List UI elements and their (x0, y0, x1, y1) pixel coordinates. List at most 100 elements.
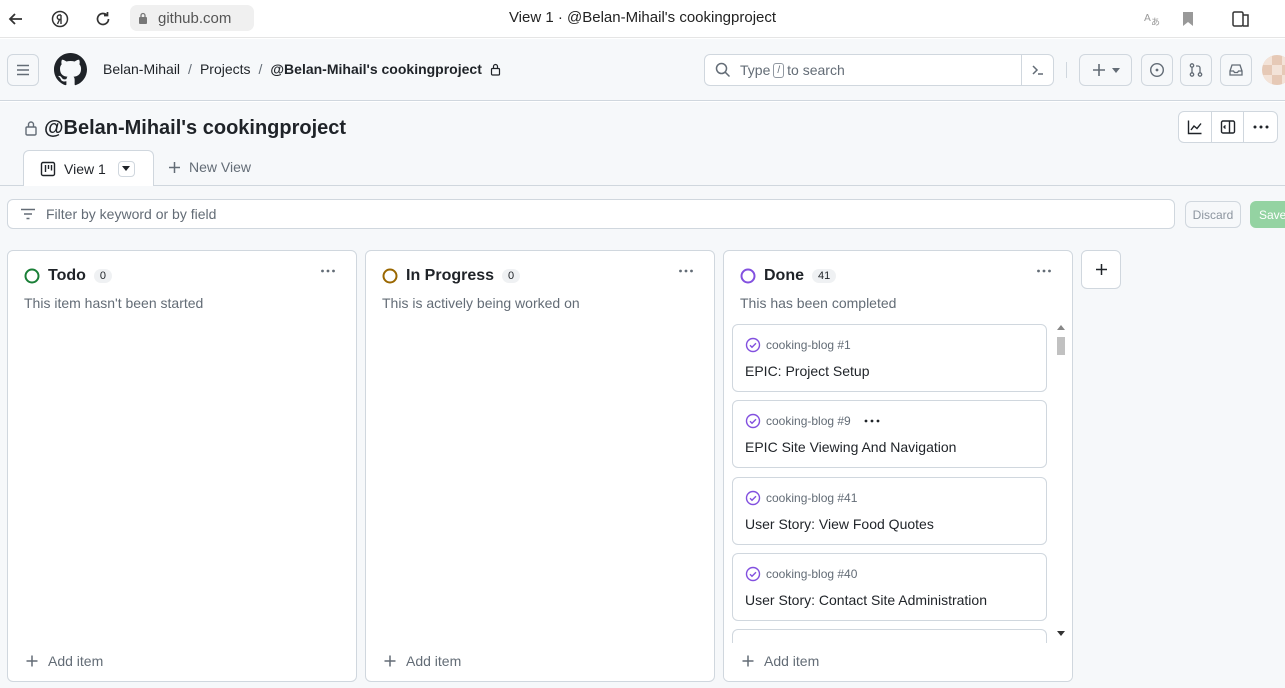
issue-card-partial[interactable] (732, 629, 1047, 643)
column-description: This has been completed (740, 295, 897, 311)
save-button[interactable]: Save (1250, 201, 1285, 228)
view-options-button[interactable] (117, 160, 135, 177)
issue-card[interactable]: cooking-blog #1 EPIC: Project Setup (732, 324, 1047, 392)
card-menu-icon[interactable] (864, 419, 880, 423)
chevron-down-icon (122, 166, 131, 171)
card-title[interactable]: EPIC Site Viewing And Navigation (745, 439, 956, 455)
card-title[interactable]: User Story: View Food Quotes (745, 516, 934, 532)
column-header: In Progress 0 (382, 267, 521, 285)
avatar[interactable] (1262, 55, 1285, 85)
scrollbar[interactable] (1054, 323, 1068, 643)
column-menu-icon[interactable] (320, 263, 336, 279)
search-input[interactable]: Type / to search (704, 54, 1054, 86)
new-view-button[interactable]: New View (168, 159, 251, 175)
search-suffix: to search (787, 62, 845, 78)
status-circle-icon (740, 268, 756, 284)
filter-placeholder: Filter by keyword or by field (46, 206, 217, 222)
issue-card[interactable]: cooking-blog #41 User Story: View Food Q… (732, 477, 1047, 545)
column-count: 41 (812, 269, 837, 283)
breadcrumb-projects[interactable]: Projects (200, 61, 251, 77)
plus-icon (1092, 64, 1105, 76)
search-icon (715, 62, 731, 78)
board-column-todo: Todo 0 This item hasn't been started Add… (7, 250, 357, 682)
bookmark-icon[interactable] (1177, 8, 1199, 30)
board-column-done: Done 41 This has been completed cooking-… (723, 250, 1073, 682)
filter-input[interactable]: Filter by keyword or by field (7, 199, 1175, 229)
collections-icon[interactable] (1230, 8, 1252, 30)
issues-icon[interactable] (1141, 54, 1173, 86)
column-menu-icon[interactable] (678, 263, 694, 279)
terminal-icon[interactable] (1021, 55, 1053, 85)
card-meta: cooking-blog #41 (745, 490, 857, 506)
column-menu-icon[interactable] (1036, 263, 1052, 279)
board-icon (40, 161, 56, 176)
plus-icon (742, 655, 754, 667)
plus-icon (1095, 264, 1107, 275)
closed-issue-icon (745, 413, 761, 429)
plus-icon (169, 161, 180, 173)
plus-icon (26, 655, 38, 667)
panel-icon[interactable] (1212, 112, 1245, 142)
github-logo-icon[interactable] (54, 53, 87, 86)
card-repo[interactable]: cooking-blog #40 (766, 567, 857, 581)
inbox-icon[interactable] (1220, 54, 1252, 86)
new-view-label: New View (189, 159, 251, 175)
column-header: Todo 0 (24, 267, 113, 285)
column-title: Done (764, 267, 804, 284)
chevron-down-icon (1111, 67, 1120, 73)
column-description: This is actively being worked on (382, 295, 580, 311)
add-item-label: Add item (764, 653, 820, 669)
page-title: @Belan-Mihail's cookingproject (24, 117, 346, 140)
add-column-button[interactable] (1081, 250, 1121, 289)
column-count: 0 (93, 269, 113, 283)
tab-view-1[interactable]: View 1 (23, 150, 154, 186)
status-circle-icon (382, 268, 398, 284)
tab-title: View 1 · @Belan-Mihail's cookingproject (508, 9, 777, 26)
svg-text:A: A (1144, 13, 1151, 24)
status-circle-icon (24, 268, 40, 284)
card-meta: cooking-blog #9 (745, 413, 880, 429)
github-header: Belan-Mihail / Projects / @Belan-Mihail'… (0, 39, 1285, 101)
issue-card[interactable]: cooking-blog #40 User Story: Contact Sit… (732, 553, 1047, 621)
search-shortcut: / (773, 62, 785, 78)
breadcrumb: Belan-Mihail / Projects / @Belan-Mihail'… (103, 61, 501, 77)
card-title[interactable]: User Story: Contact Site Administration (745, 592, 987, 608)
lock-icon (25, 121, 37, 136)
lock-icon (490, 63, 500, 76)
add-item-label: Add item (48, 653, 104, 669)
add-item-button[interactable]: Add item (384, 653, 461, 669)
add-item-button[interactable]: Add item (26, 653, 103, 669)
discard-button[interactable]: Discard (1185, 201, 1241, 228)
column-title: Todo (48, 267, 86, 284)
column-header: Done 41 (740, 267, 837, 285)
breadcrumb-project[interactable]: @Belan-Mihail's cookingproject (270, 61, 481, 77)
card-repo[interactable]: cooking-blog #1 (766, 338, 851, 352)
create-new-button[interactable] (1079, 54, 1132, 86)
tab-label: View 1 (64, 160, 106, 177)
closed-issue-icon (745, 566, 761, 582)
browser-toolbar: github.com View 1 · @Belan-Mihail's cook… (0, 0, 1285, 38)
card-repo[interactable]: cooking-blog #9 (766, 414, 851, 428)
issue-card[interactable]: cooking-blog #9 EPIC Site Viewing And Na… (732, 400, 1047, 468)
plus-icon (384, 655, 396, 667)
translate-icon[interactable]: Aあ (1141, 8, 1163, 30)
pull-request-icon[interactable] (1180, 54, 1212, 86)
card-meta: cooking-blog #1 (745, 337, 851, 353)
breadcrumb-owner[interactable]: Belan-Mihail (103, 61, 180, 77)
closed-issue-icon (745, 337, 761, 353)
project-title: @Belan-Mihail's cookingproject (44, 117, 347, 139)
search-prefix: Type (740, 62, 771, 78)
card-title[interactable]: EPIC: Project Setup (745, 363, 870, 379)
closed-issue-icon (745, 490, 761, 506)
card-meta: cooking-blog #40 (745, 566, 857, 582)
filter-icon (21, 208, 35, 220)
column-title: In Progress (406, 267, 495, 284)
kebab-icon[interactable] (1244, 112, 1277, 142)
column-description: This item hasn't been started (24, 295, 204, 311)
hamburger-icon[interactable] (7, 54, 39, 86)
add-item-label: Add item (406, 653, 462, 669)
project-toolbar (1178, 111, 1278, 143)
card-repo[interactable]: cooking-blog #41 (766, 491, 857, 505)
add-item-button[interactable]: Add item (742, 653, 819, 669)
insights-icon[interactable] (1179, 112, 1212, 142)
